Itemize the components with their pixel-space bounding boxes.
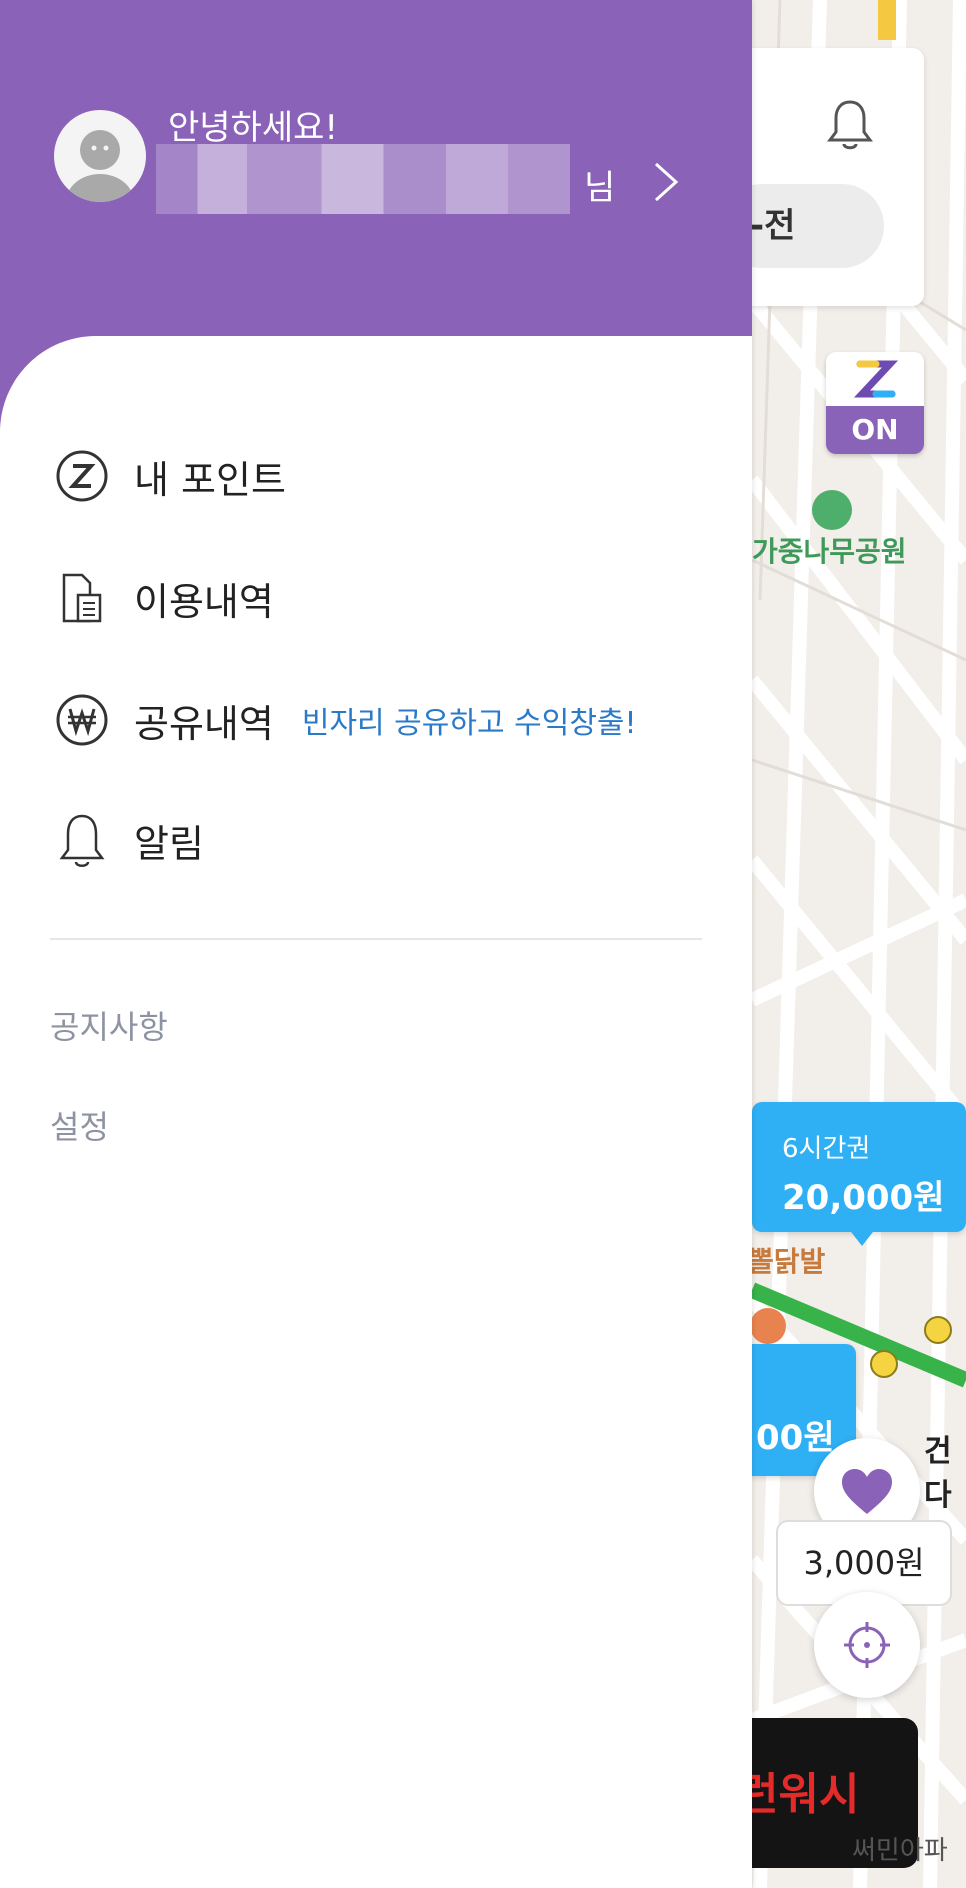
greeting-text: 안녕하세요! [168, 108, 339, 148]
menu-label: 알림 [134, 821, 204, 866]
bubble-ticket-type: 6시간권 [782, 1134, 871, 1164]
user-name-redacted [156, 144, 570, 214]
map-food-label: 뽈닭발 [748, 1245, 826, 1278]
notification-bell-icon[interactable] [826, 96, 874, 152]
menu-label: 공유내역 [134, 701, 274, 746]
menu-item-notifications[interactable]: 알림 [54, 808, 204, 872]
avatar[interactable] [54, 110, 146, 202]
menu-divider [50, 938, 702, 940]
side-drawer: 안녕하세요! 님 내 포인트 이용내역 공유내역 빈자리 공유하고 수익창출! … [0, 0, 752, 1888]
bubble-price-2: 00원 [756, 1418, 835, 1458]
menu-label: 내 포인트 [134, 457, 286, 502]
map-park-label: 가중나무공원 [752, 535, 907, 568]
z-logo-icon [826, 352, 924, 406]
bell-icon [54, 812, 110, 868]
heart-icon [842, 1469, 892, 1514]
document-list-icon [54, 570, 110, 626]
z-point-icon [54, 448, 110, 504]
share-promo-text[interactable]: 빈자리 공유하고 수익창출! [302, 698, 637, 742]
zon-badge[interactable]: ON [826, 352, 924, 454]
menu-item-my-point[interactable]: 내 포인트 [54, 444, 286, 508]
settings-link[interactable]: 설정 [50, 1102, 109, 1148]
park-icon [812, 490, 852, 530]
ad-banner-text: 런워시 [738, 1769, 860, 1820]
notice-link[interactable]: 공지사항 [50, 1002, 168, 1048]
name-suffix: 님 [584, 168, 616, 208]
my-location-button[interactable] [814, 1592, 920, 1698]
menu-item-share-history[interactable]: 공유내역 빈자리 공유하고 수익창출! [54, 688, 637, 752]
map-bottom-label: 써민아파 [852, 1836, 948, 1866]
menu-item-usage-history[interactable]: 이용내역 [54, 566, 274, 630]
parking-price-bubble[interactable]: 6시간권 20,000원 [752, 1102, 966, 1232]
default-avatar-icon [66, 130, 134, 202]
bubble-price: 20,000원 [782, 1178, 945, 1218]
chevron-right-icon[interactable] [652, 160, 680, 204]
won-coin-icon [54, 692, 110, 748]
zon-badge-label: ON [826, 406, 924, 454]
menu-label: 이용내역 [134, 579, 274, 624]
map-station-label: 건다 [924, 1434, 952, 1513]
bubble-tail [848, 1228, 876, 1246]
crosshair-icon [844, 1622, 890, 1668]
